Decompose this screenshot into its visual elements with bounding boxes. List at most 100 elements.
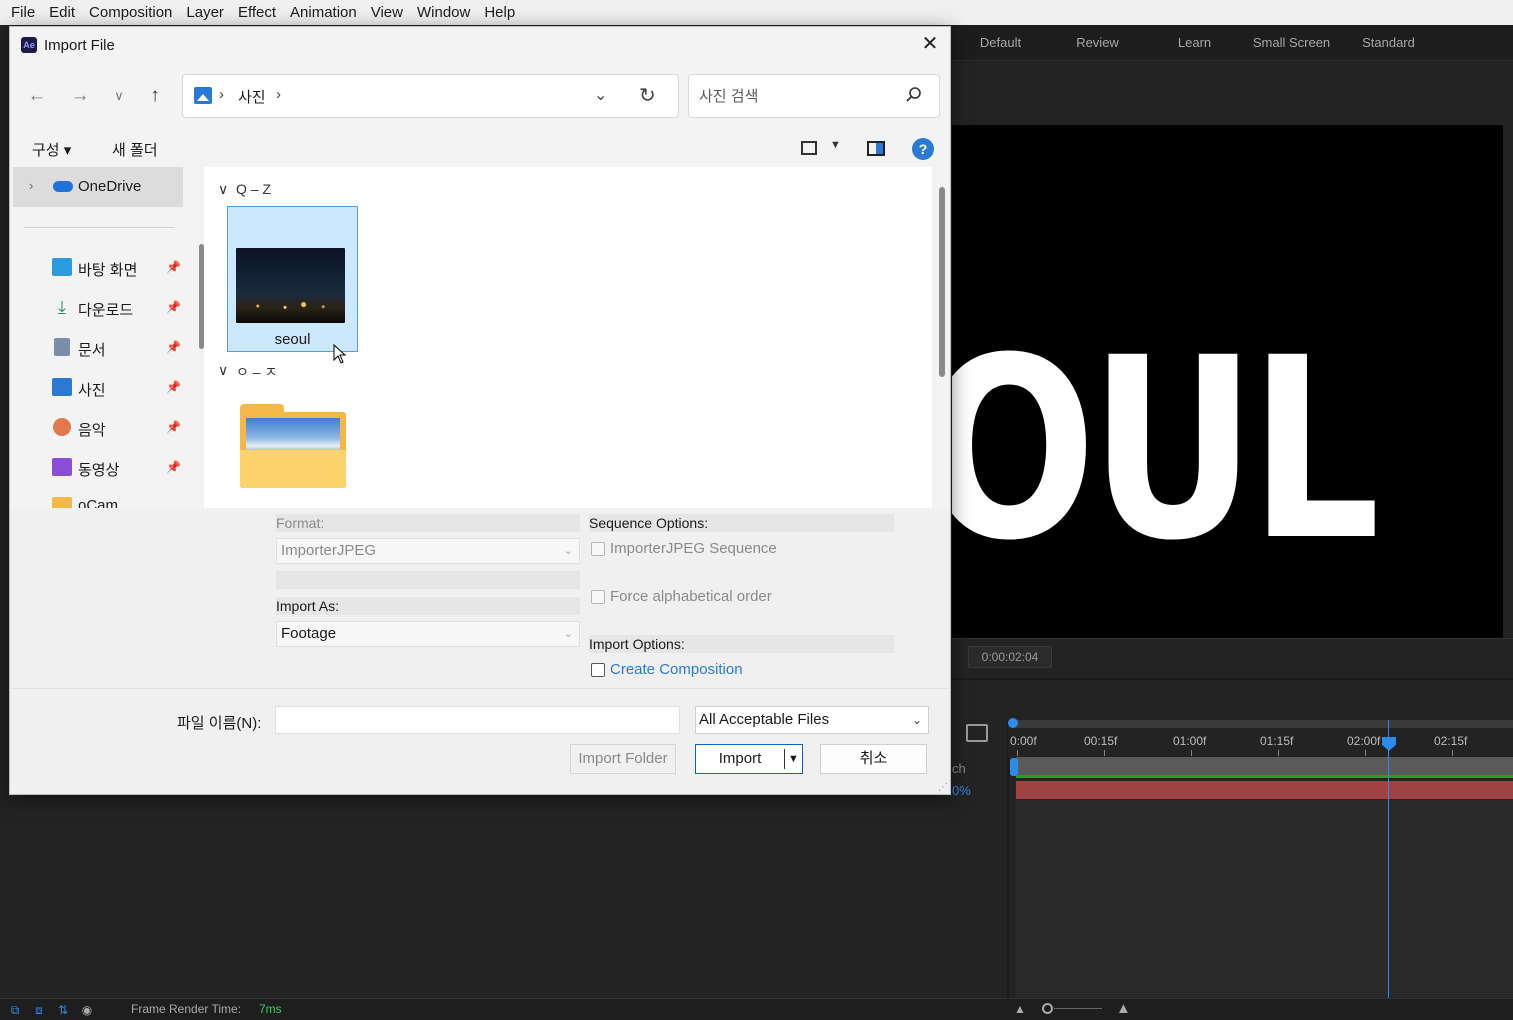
layer-track-bar[interactable]: [1016, 781, 1513, 799]
group-header-chevron-icon[interactable]: ∨: [218, 181, 228, 198]
pin-icon[interactable]: 📌: [166, 420, 181, 434]
layer-in-point-handle[interactable]: [1010, 758, 1018, 776]
work-area-bar[interactable]: [1012, 720, 1513, 728]
sequence-checkbox-label: ImporterJPEG Sequence: [610, 540, 777, 557]
group-header-chevron-icon[interactable]: ∨: [218, 362, 228, 379]
file-thumbnail: [236, 248, 345, 323]
preview-pane-icon[interactable]: [867, 141, 885, 156]
import-options-dropdown-icon[interactable]: ▼: [788, 745, 799, 773]
ruler-tick: [1191, 750, 1192, 756]
up-arrow-icon[interactable]: ↑: [142, 83, 168, 109]
workspace-small-screen[interactable]: Small Screen: [1243, 35, 1340, 50]
zoom-slider-knob[interactable]: [1042, 1003, 1053, 1014]
format-select[interactable]: ImporterJPEG ⌄: [276, 538, 580, 564]
menu-file[interactable]: File: [4, 4, 42, 21]
menu-help[interactable]: Help: [477, 4, 522, 21]
search-box[interactable]: [688, 74, 940, 118]
search-icon[interactable]: [905, 86, 923, 104]
nav-item-desktop[interactable]: 바탕 화면 📌: [12, 251, 184, 285]
file-list-scrollbar[interactable]: [939, 187, 945, 377]
import-button[interactable]: Import ▼: [695, 744, 803, 774]
ruler-label: 00:15f: [1084, 734, 1118, 748]
view-mode-dropdown-icon[interactable]: ▼: [830, 139, 841, 151]
workspace-review[interactable]: Review: [1049, 35, 1146, 50]
inout-toggle-icon[interactable]: ⇅: [54, 1003, 72, 1017]
create-composition-label[interactable]: Create Composition: [610, 661, 743, 678]
new-folder-button[interactable]: 새 폴더: [112, 139, 158, 160]
breadcrumb-separator[interactable]: ›: [219, 86, 224, 103]
nav-item-pictures[interactable]: 사진 📌: [12, 371, 184, 405]
menu-window[interactable]: Window: [410, 4, 477, 21]
close-icon[interactable]: ✕: [915, 33, 945, 57]
zoom-in-icon[interactable]: ▲: [1116, 1000, 1131, 1017]
pin-icon[interactable]: 📌: [166, 340, 181, 354]
document-icon: [54, 338, 70, 356]
menu-animation[interactable]: Animation: [283, 4, 364, 21]
timeline-divider[interactable]: [1007, 718, 1009, 998]
dialog-titlebar[interactable]: Ae Import File ✕: [10, 27, 950, 63]
menu-effect[interactable]: Effect: [231, 4, 283, 21]
music-icon: [53, 418, 71, 436]
folder-item[interactable]: [240, 404, 346, 488]
work-area-start-handle[interactable]: [1008, 718, 1018, 728]
file-list-pane: ∨ Q – Z seoul ∨ ㅇ – ㅈ: [204, 167, 932, 508]
group-header-q-z[interactable]: Q – Z: [236, 181, 271, 197]
nav-item-downloads[interactable]: ⤓ 다운로드 📌: [12, 291, 184, 325]
nav-item-videos[interactable]: 동영상 📌: [12, 451, 184, 485]
pin-icon[interactable]: 📌: [166, 380, 181, 394]
menu-layer[interactable]: Layer: [179, 4, 231, 21]
filename-input[interactable]: [275, 706, 680, 734]
ruler-label: 02:00f: [1347, 734, 1381, 748]
command-bar: 구성 ▾ 새 폴더 ▼ ?: [10, 131, 950, 167]
dialog-title: Import File: [44, 37, 115, 54]
workspace-default[interactable]: Default: [952, 35, 1049, 50]
file-item-seoul[interactable]: seoul: [227, 206, 358, 352]
refresh-icon[interactable]: ↻: [639, 83, 656, 108]
layer-track-bar[interactable]: [1016, 757, 1513, 775]
menu-edit[interactable]: Edit: [42, 4, 82, 21]
file-type-filter-select[interactable]: All Acceptable Files ⌄: [695, 706, 929, 734]
nav-item-music[interactable]: 음악 📌: [12, 411, 184, 445]
pin-icon[interactable]: 📌: [166, 460, 181, 474]
sequence-checkbox[interactable]: [591, 542, 605, 556]
menu-view[interactable]: View: [364, 4, 410, 21]
comp-flowchart-icon[interactable]: [966, 724, 988, 742]
search-input[interactable]: [699, 85, 899, 107]
nav-item-label: 문서: [78, 342, 106, 359]
create-composition-checkbox[interactable]: [591, 663, 605, 677]
recent-locations-chevron-icon[interactable]: ∨: [106, 83, 132, 109]
nav-item-onedrive[interactable]: › OneDrive: [13, 167, 183, 207]
zoom-slider-track[interactable]: [1054, 1008, 1102, 1009]
breadcrumb-separator[interactable]: ›: [276, 86, 281, 103]
zoom-out-icon[interactable]: ▲: [1014, 1002, 1026, 1016]
address-history-chevron-icon[interactable]: ⌄: [594, 85, 607, 105]
import-folder-button[interactable]: Import Folder: [570, 744, 676, 774]
menu-composition[interactable]: Composition: [82, 4, 179, 21]
alphabetical-order-checkbox[interactable]: [591, 590, 605, 604]
nav-item-documents[interactable]: 문서 📌: [12, 331, 184, 365]
cancel-button[interactable]: 취소: [820, 744, 927, 774]
pin-icon[interactable]: 📌: [166, 300, 181, 314]
view-mode-icon[interactable]: [801, 141, 817, 155]
workspace-learn[interactable]: Learn: [1146, 35, 1243, 50]
switches-toggle-icon[interactable]: ⧈: [30, 1003, 48, 1017]
composition-viewer[interactable]: OUL: [952, 125, 1503, 638]
import-as-select[interactable]: Footage ⌄: [276, 621, 580, 647]
layers-toggle-icon[interactable]: ⧉: [6, 1003, 24, 1017]
split-divider: [784, 749, 785, 769]
pin-icon[interactable]: 📌: [166, 260, 181, 274]
breadcrumb-pictures[interactable]: 사진: [238, 86, 266, 107]
back-arrow-icon[interactable]: ←: [24, 83, 50, 109]
address-bar[interactable]: › 사진 › ⌄ ↻: [182, 74, 679, 118]
organize-menu-button[interactable]: 구성 ▾: [32, 139, 71, 160]
render-time-icon[interactable]: ◉: [78, 1003, 96, 1017]
help-icon[interactable]: ?: [912, 138, 934, 160]
nav-item-ocam[interactable]: oCam: [12, 491, 184, 508]
forward-arrow-icon[interactable]: →: [67, 83, 93, 109]
resize-grip-icon[interactable]: ⋰: [938, 782, 948, 793]
nav-item-label: 음악: [78, 422, 106, 439]
expand-chevron-icon[interactable]: ›: [29, 178, 33, 193]
group-header-o-j[interactable]: ㅇ – ㅈ: [236, 362, 277, 382]
workspace-standard[interactable]: Standard: [1340, 35, 1437, 50]
viewer-timecode[interactable]: 0:00:02:04: [968, 646, 1052, 668]
